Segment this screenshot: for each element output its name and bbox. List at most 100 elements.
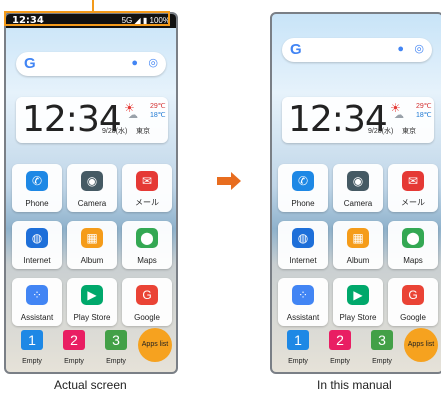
mail-icon: ✉ xyxy=(136,171,158,191)
app-label: Play Store xyxy=(73,313,111,322)
app-label: メール xyxy=(401,198,425,207)
google-folder-icon: G xyxy=(402,285,424,305)
app-phone[interactable]: ✆ Phone xyxy=(12,164,62,212)
favorite-number: 1 xyxy=(287,330,309,350)
app-internet[interactable]: ◍ Internet xyxy=(278,221,328,269)
mic-icon[interactable]: ● xyxy=(397,43,404,55)
camera-icon: ◉ xyxy=(81,171,103,191)
favorite-number: 2 xyxy=(329,330,351,350)
google-search-bar[interactable]: G ● ◎ xyxy=(282,38,432,62)
google-search-bar[interactable]: G ● ◎ xyxy=(16,52,166,76)
app-label: Maps xyxy=(137,256,157,265)
app-label: Album xyxy=(80,256,104,265)
clock-widget[interactable]: 12:34 ☀ ☁ 29℃ 18℃ 9/28(水) 東京 xyxy=(282,97,434,143)
maps-icon: ⬤ xyxy=(402,228,424,248)
favorite-number: 3 xyxy=(371,330,393,350)
app-label: メール xyxy=(135,198,159,207)
caption-actual-screen: Actual screen xyxy=(54,378,127,392)
clock-widget[interactable]: 12:34 ☀ ☁ 29℃ 18℃ 9/28(水) 東京 xyxy=(16,97,168,143)
app-mail[interactable]: ✉ メール xyxy=(388,164,438,212)
app-label: Google xyxy=(400,313,426,322)
album-icon: ▦ xyxy=(81,228,103,248)
app-assistant[interactable]: ⁘ Assistant xyxy=(12,278,62,326)
manual-screen-phone: G ● ◎ 12:34 ☀ ☁ 29℃ 18℃ 9/28(水) 東京 ✆ Phon… xyxy=(270,12,441,374)
temp-high: 29℃ xyxy=(150,103,166,110)
dock: 1 Empty 2 Empty 3 Empty Apps list xyxy=(272,322,441,372)
play-store-icon: ▶ xyxy=(81,285,103,305)
play-store-icon: ▶ xyxy=(347,285,369,305)
favorite-number: 1 xyxy=(21,330,43,350)
phone-icon: ✆ xyxy=(292,171,314,191)
camera-icon: ◉ xyxy=(347,171,369,191)
app-album[interactable]: ▦ Album xyxy=(333,221,383,269)
app-label: Internet xyxy=(289,256,317,265)
app-play-store[interactable]: ▶ Play Store xyxy=(67,278,117,326)
temp-low: 18℃ xyxy=(416,112,432,119)
favorite-label: Empty xyxy=(372,358,392,365)
clock-city: 東京 xyxy=(402,128,416,135)
favorite-slot-1[interactable]: 1 Empty xyxy=(278,330,318,368)
app-album[interactable]: ▦ Album xyxy=(67,221,117,269)
favorite-slot-2[interactable]: 2 Empty xyxy=(320,330,360,368)
favorite-slot-3[interactable]: 3 Empty xyxy=(362,330,402,368)
assistant-icon: ⁘ xyxy=(26,285,48,305)
app-internet[interactable]: ◍ Internet xyxy=(12,221,62,269)
app-label: Camera xyxy=(343,199,373,208)
dock: 1 Empty 2 Empty 3 Empty Apps list xyxy=(6,322,176,372)
lens-icon[interactable]: ◎ xyxy=(414,42,424,55)
assistant-icon: ⁘ xyxy=(292,285,314,305)
actual-screen-phone: 12:34 5G ◢ ▮ 100% G ● ◎ 12:34 ☀ ☁ 29℃ 18… xyxy=(4,12,178,374)
favorite-slot-3[interactable]: 3 Empty xyxy=(96,330,136,368)
app-label: Internet xyxy=(23,256,51,265)
app-label: Assistant xyxy=(20,313,54,322)
app-label: Play Store xyxy=(339,313,377,322)
app-label: Phone xyxy=(291,199,315,208)
favorite-label: Empty xyxy=(64,358,84,365)
globe-icon: ◍ xyxy=(292,228,314,248)
google-folder-icon: G xyxy=(136,285,158,305)
app-maps[interactable]: ⬤ Maps xyxy=(388,221,438,269)
app-play-store[interactable]: ▶ Play Store xyxy=(333,278,383,326)
clock-city: 東京 xyxy=(136,128,150,135)
favorite-label: Empty xyxy=(330,358,350,365)
mail-icon: ✉ xyxy=(402,171,424,191)
app-mail[interactable]: ✉ メール xyxy=(122,164,172,212)
app-maps[interactable]: ⬤ Maps xyxy=(122,221,172,269)
apps-list-button[interactable]: Apps list xyxy=(404,328,438,362)
mic-icon[interactable]: ● xyxy=(131,57,138,69)
favorite-number: 2 xyxy=(63,330,85,350)
temp-low: 18℃ xyxy=(150,112,166,119)
app-label: Assistant xyxy=(286,313,320,322)
app-label: Camera xyxy=(77,199,107,208)
app-phone[interactable]: ✆ Phone xyxy=(278,164,328,212)
favorite-number: 3 xyxy=(105,330,127,350)
favorite-label: Empty xyxy=(288,358,308,365)
cloud-icon: ☁ xyxy=(394,110,404,121)
app-camera[interactable]: ◉ Camera xyxy=(333,164,383,212)
arrow-right-icon xyxy=(217,172,241,190)
phone-icon: ✆ xyxy=(26,171,48,191)
app-label: Google xyxy=(134,313,160,322)
apps-list-button[interactable]: Apps list xyxy=(138,328,172,362)
status-bar-highlight xyxy=(4,11,170,26)
lens-icon[interactable]: ◎ xyxy=(148,56,158,69)
favorite-label: Empty xyxy=(106,358,126,365)
app-label: Album xyxy=(346,256,370,265)
album-icon: ▦ xyxy=(347,228,369,248)
app-camera[interactable]: ◉ Camera xyxy=(67,164,117,212)
maps-icon: ⬤ xyxy=(136,228,158,248)
globe-icon: ◍ xyxy=(26,228,48,248)
app-google[interactable]: G Google xyxy=(122,278,172,326)
google-logo-icon: G xyxy=(24,55,36,72)
clock-date: 9/28(水) xyxy=(102,128,128,135)
caption-in-this-manual: In this manual xyxy=(317,378,392,392)
app-assistant[interactable]: ⁘ Assistant xyxy=(278,278,328,326)
app-label: Phone xyxy=(25,199,49,208)
cloud-icon: ☁ xyxy=(128,110,138,121)
app-label: Maps xyxy=(403,256,423,265)
favorite-slot-2[interactable]: 2 Empty xyxy=(54,330,94,368)
clock-date: 9/28(水) xyxy=(368,128,394,135)
favorite-slot-1[interactable]: 1 Empty xyxy=(12,330,52,368)
google-logo-icon: G xyxy=(290,41,302,58)
app-google[interactable]: G Google xyxy=(388,278,438,326)
